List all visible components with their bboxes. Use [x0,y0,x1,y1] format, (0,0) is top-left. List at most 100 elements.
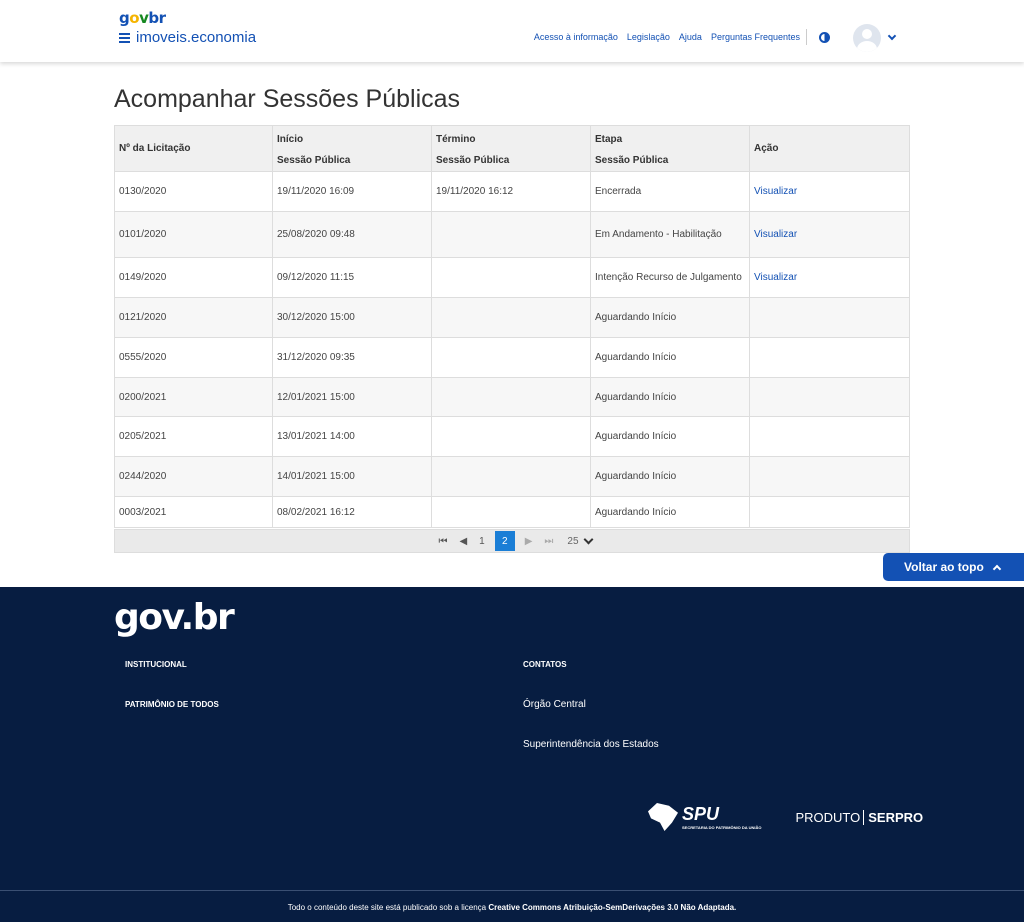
spu-logo: SPU SECRETARIA DO PATRIMÔNIO DA UNIÃO [648,803,761,831]
page-current-button[interactable]: 2 [494,531,515,551]
page-size-select[interactable]: 25 [567,534,593,547]
col-header-termino[interactable]: Término Sessão Pública [431,125,591,172]
chevron-down-icon [583,534,593,544]
hamburger-icon[interactable] [119,32,130,43]
cell-termino [431,257,591,298]
serpro-logo: PRODUTO SERPRO [795,809,924,825]
table-row: 0149/2020 09/12/2020 11:15 Intenção Recu… [114,257,910,298]
link-ajuda[interactable]: Ajuda [679,32,702,42]
cell-etapa: Intenção Recurso de Julgamento [590,257,750,298]
partner-logos: SPU SECRETARIA DO PATRIMÔNIO DA UNIÃO PRO… [648,803,923,831]
license-text: Todo o conteúdo deste site está publicad… [287,903,737,912]
cell-termino: 19/11/2020 16:12 [431,171,591,212]
cell-acao [749,496,910,528]
footer-superintendencia[interactable]: Superintendência dos Estados [523,739,659,750]
page-title: Acompanhar Sessões Públicas [114,85,461,113]
visualizar-link[interactable]: Visualizar [749,211,910,258]
govbr-logo[interactable]: govbr [119,9,166,27]
cell-numero: 0149/2020 [114,257,273,298]
col-header-acao: Ação [749,125,910,172]
table-row: 0003/2021 08/02/2021 16:12 Aguardando In… [114,496,910,528]
footer-govbr-logo[interactable]: gov.br [114,597,235,638]
top-header: govbr imoveis.economia Acesso à informaç… [0,0,1024,62]
cell-termino [431,211,591,258]
cell-etapa: Aguardando Início [590,337,750,378]
cell-inicio: 12/01/2021 15:00 [272,377,432,417]
cell-termino [431,297,591,338]
cell-etapa: Aguardando Início [590,456,750,497]
link-acesso-informacao[interactable]: Acesso à informação [534,32,618,42]
cell-acao [749,297,910,338]
cell-inicio: 14/01/2021 15:00 [272,456,432,497]
cell-numero: 0244/2020 [114,456,273,497]
avatar[interactable] [853,24,881,52]
visualizar-link[interactable]: Visualizar [749,171,910,212]
cell-acao [749,456,910,497]
cell-termino [431,496,591,528]
table-row: 0555/2020 31/12/2020 09:35 Aguardando In… [114,337,910,378]
table-row: 0130/2020 19/11/2020 16:09 19/11/2020 16… [114,171,910,212]
cell-inicio: 08/02/2021 16:12 [272,496,432,528]
table-row: 0121/2020 30/12/2020 15:00 Aguardando In… [114,297,910,338]
cell-acao [749,337,910,378]
visualizar-link[interactable]: Visualizar [749,257,910,298]
cell-numero: 0101/2020 [114,211,273,258]
cell-etapa: Aguardando Início [590,416,750,457]
sessions-table: Nº da Licitação Início Sessão Pública Tér… [114,125,910,528]
cell-etapa: Aguardando Início [590,297,750,338]
cell-numero: 0003/2021 [114,496,273,528]
footer-patrimonio[interactable]: PATRIMÔNIO DE TODOS [125,700,219,709]
page-1-button[interactable]: 1 [479,536,485,547]
cell-termino [431,456,591,497]
cell-numero: 0555/2020 [114,337,273,378]
site-menu[interactable]: imoveis.economia [119,29,256,46]
prev-page-icon[interactable]: ◀ [459,536,467,547]
cell-numero: 0121/2020 [114,297,273,338]
col-header-etapa[interactable]: Etapa Sessão Pública [590,125,750,172]
chevron-down-icon[interactable] [887,31,897,41]
cell-termino [431,416,591,457]
header-links: Acesso à informação Legislação Ajuda Per… [525,32,800,42]
table-row: 0101/2020 25/08/2020 09:48 Em Andamento … [114,211,910,258]
cell-etapa: Em Andamento - Habilitação [590,211,750,258]
contrast-icon[interactable] [819,32,830,43]
cell-numero: 0130/2020 [114,171,273,212]
cell-inicio: 13/01/2021 14:00 [272,416,432,457]
back-to-top-label: Voltar ao topo [904,560,984,574]
cell-inicio: 19/11/2020 16:09 [272,171,432,212]
back-to-top-button[interactable]: Voltar ao topo [883,553,1024,581]
cell-etapa: Encerrada [590,171,750,212]
chevron-up-icon [992,564,1002,573]
cell-inicio: 30/12/2020 15:00 [272,297,432,338]
divider [0,890,1024,891]
cell-termino [431,377,591,417]
footer-orgao-central[interactable]: Órgão Central [523,699,586,710]
col-header-inicio[interactable]: Início Sessão Pública [272,125,432,172]
cell-acao [749,377,910,417]
site-name[interactable]: imoveis.economia [136,29,256,46]
cell-numero: 0205/2021 [114,416,273,457]
table-row: 0205/2021 13/01/2021 14:00 Aguardando In… [114,416,910,457]
brazil-map-icon [648,803,678,831]
footer-institucional[interactable]: INSTITUCIONAL [125,660,187,669]
first-page-icon[interactable]: ⏮ [438,536,447,547]
license-link[interactable]: Creative Commons Atribuição-SemDerivaçõe… [488,903,736,912]
link-perguntas-frequentes[interactable]: Perguntas Frequentes [711,32,800,42]
link-legislacao[interactable]: Legislação [627,32,670,42]
pagination: ⏮ ◀ 1 2 ▶ ⏭ 25 [114,529,910,553]
cell-acao [749,416,910,457]
table-row: 0200/2021 12/01/2021 15:00 Aguardando In… [114,377,910,417]
cell-etapa: Aguardando Início [590,496,750,528]
cell-inicio: 25/08/2020 09:48 [272,211,432,258]
col-header-numero[interactable]: Nº da Licitação [114,125,273,172]
page-size-value: 25 [567,535,579,547]
next-page-icon[interactable]: ▶ [525,536,533,547]
cell-inicio: 31/12/2020 09:35 [272,337,432,378]
last-page-icon[interactable]: ⏭ [544,536,553,547]
cell-termino [431,337,591,378]
divider [806,29,807,45]
cell-numero: 0200/2021 [114,377,273,417]
footer: gov.br INSTITUCIONAL PATRIMÔNIO DE TODOS… [0,587,1024,922]
footer-contatos[interactable]: CONTATOS [523,660,567,669]
cell-inicio: 09/12/2020 11:15 [272,257,432,298]
